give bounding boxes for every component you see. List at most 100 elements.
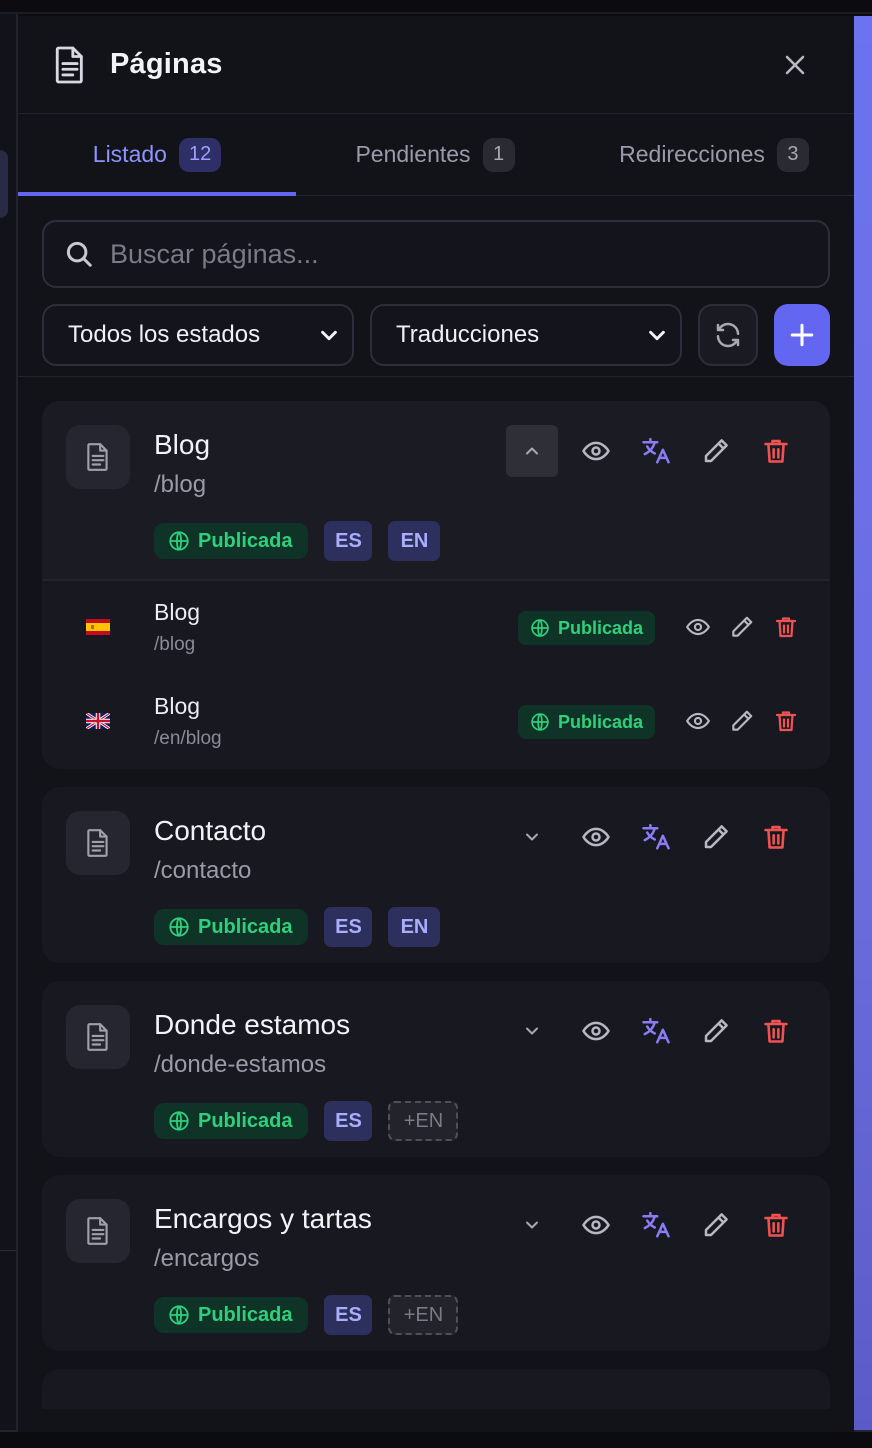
tab-bar: Listado 12 Pendientes 1 Redirecciones 3 — [18, 114, 854, 196]
view-button[interactable] — [566, 1005, 626, 1057]
globe-icon — [169, 1111, 189, 1131]
translate-button[interactable] — [626, 1199, 686, 1251]
add-page-button[interactable] — [774, 304, 830, 366]
status-label: Publicada — [558, 617, 644, 638]
expand-button[interactable] — [506, 811, 558, 863]
expand-button[interactable] — [506, 1199, 558, 1251]
chevron-down-icon — [526, 833, 538, 841]
globe-icon — [531, 713, 549, 731]
translate-icon — [642, 1211, 670, 1238]
chevron-down-icon — [321, 330, 337, 341]
tab-redirecciones[interactable]: Redirecciones 3 — [574, 114, 854, 195]
page-card-main: Encargos y tartas /encargos Publicada ES… — [42, 1175, 830, 1351]
filter-bar: Todos los estados Traducciones — [18, 288, 854, 366]
bottom-strip — [0, 1430, 872, 1448]
edit-translation-button[interactable] — [720, 701, 764, 741]
edit-button[interactable] — [686, 811, 746, 863]
delete-button[interactable] — [746, 811, 806, 863]
page-card: Donde estamos /donde-estamos Publicada E… — [42, 981, 830, 1157]
status-badge: Publicada — [154, 1297, 309, 1333]
page-slug: /encargos — [154, 1245, 260, 1272]
status-label: Publicada — [198, 529, 293, 552]
status-badge: Publicada — [518, 705, 656, 739]
translate-button[interactable] — [626, 1005, 686, 1057]
lang-badge-en[interactable]: EN — [388, 907, 441, 947]
lang-badge-en[interactable]: EN — [388, 521, 441, 561]
tab-listado[interactable]: Listado 12 — [18, 114, 296, 196]
page-name: Blog — [154, 429, 211, 460]
translation-name: Blog — [154, 693, 201, 719]
eye-icon — [582, 1021, 610, 1041]
background-tab — [0, 150, 8, 218]
view-translation-button[interactable] — [676, 701, 720, 741]
status-label: Publicada — [558, 711, 644, 732]
tab-pendientes[interactable]: Pendientes 1 — [296, 114, 574, 195]
chevron-down-icon — [526, 1027, 538, 1035]
globe-icon — [531, 619, 549, 637]
chevron-up-icon — [526, 447, 538, 455]
pencil-icon — [704, 439, 728, 463]
lang-badge-es[interactable]: ES — [324, 521, 373, 561]
translate-button[interactable] — [626, 425, 686, 477]
delete-button[interactable] — [746, 1005, 806, 1057]
translation-filter-select[interactable]: Traducciones — [370, 304, 682, 366]
pages-list: Blog /blog Publicada ES EN Blog /blog Pu… — [18, 377, 854, 1409]
lang-badge-es[interactable]: ES — [324, 1101, 373, 1141]
status-filter-select[interactable]: Todos los estados — [42, 304, 354, 366]
delete-translation-button[interactable] — [764, 701, 808, 741]
lang-badge-es[interactable]: ES — [324, 907, 373, 947]
search-icon — [66, 241, 92, 267]
view-button[interactable] — [566, 811, 626, 863]
view-translation-button[interactable] — [676, 607, 720, 647]
translation-filter-value: Traducciones — [396, 321, 540, 348]
background-divider — [0, 1250, 16, 1251]
edit-button[interactable] — [686, 1199, 746, 1251]
translations-list: Blog /blog Publicada Blog /en/blog Publi… — [42, 581, 830, 769]
chevron-down-icon — [649, 330, 665, 341]
globe-icon — [169, 531, 189, 551]
plus-icon — [790, 323, 814, 347]
status-label: Publicada — [198, 915, 293, 938]
pencil-icon — [732, 616, 753, 637]
edit-translation-button[interactable] — [720, 607, 764, 647]
page-name: Encargos y tartas — [154, 1203, 372, 1234]
view-button[interactable] — [566, 425, 626, 477]
tab-label: Redirecciones — [619, 141, 765, 167]
status-badge: Publicada — [154, 1103, 309, 1139]
document-icon — [52, 45, 88, 85]
tab-count-badge: 1 — [482, 137, 515, 172]
search-input[interactable] — [110, 238, 750, 270]
pages-panel: Páginas Listado 12 Pendientes 1 Redirecc… — [18, 16, 854, 1432]
uk-flag-icon — [86, 713, 110, 729]
add-lang-en-button[interactable]: +EN — [388, 1101, 459, 1141]
trash-icon — [775, 617, 797, 638]
close-button[interactable] — [780, 50, 810, 80]
delete-button[interactable] — [746, 425, 806, 477]
eye-icon — [582, 827, 610, 847]
add-lang-en-button[interactable]: +EN — [388, 1295, 459, 1335]
page-card-main: Contacto /contacto Publicada ES EN — [42, 787, 830, 963]
search-box — [42, 220, 830, 288]
translate-icon — [642, 437, 670, 464]
expand-button[interactable] — [506, 1005, 558, 1057]
page-card: Encargos y tartas /encargos Publicada ES… — [42, 1175, 830, 1351]
page-card: Contacto /contacto Publicada ES EN — [42, 787, 830, 963]
collapse-button[interactable] — [506, 425, 558, 477]
page-name: Donde estamos — [154, 1009, 351, 1040]
trash-icon — [775, 711, 797, 732]
tab-count-badge: 12 — [178, 137, 222, 172]
page-card-main: Donde estamos /donde-estamos Publicada E… — [42, 981, 830, 1157]
panel-header: Páginas — [18, 16, 854, 114]
translate-icon — [642, 823, 670, 850]
view-button[interactable] — [566, 1199, 626, 1251]
edit-button[interactable] — [686, 425, 746, 477]
delete-translation-button[interactable] — [764, 607, 808, 647]
refresh-icon — [716, 322, 740, 348]
delete-button[interactable] — [746, 1199, 806, 1251]
translate-button[interactable] — [626, 811, 686, 863]
refresh-button[interactable] — [698, 304, 758, 366]
lang-badge-es[interactable]: ES — [324, 1295, 373, 1335]
tab-count-badge: 3 — [776, 137, 809, 172]
trash-icon — [764, 1213, 788, 1237]
edit-button[interactable] — [686, 1005, 746, 1057]
